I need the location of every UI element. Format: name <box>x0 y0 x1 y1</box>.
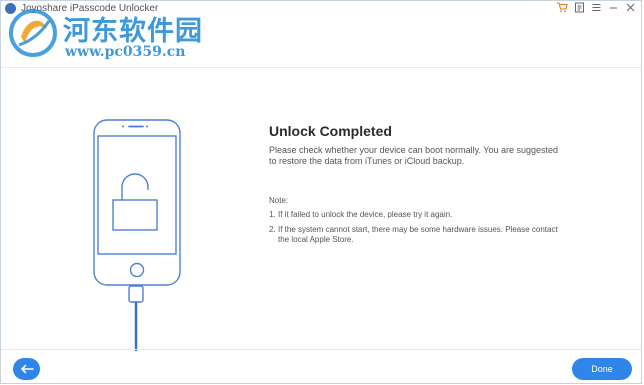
close-icon[interactable] <box>623 2 637 15</box>
page-title: Unlock Completed <box>269 123 392 139</box>
minimize-icon[interactable] <box>606 2 620 15</box>
iphone-icon <box>93 119 181 286</box>
watermark: 河东软件园 www.pc0359.cn <box>7 3 217 63</box>
cart-icon[interactable] <box>555 2 569 15</box>
window-controls <box>555 2 637 15</box>
menu-icon[interactable] <box>589 2 603 15</box>
footer-divider <box>1 349 641 350</box>
note-number: 2. <box>269 225 276 234</box>
note-item: 1. If it failed to unlock the device, pl… <box>269 210 569 220</box>
watermark-logo-icon <box>9 9 57 57</box>
arrow-left-icon <box>20 364 34 374</box>
note-text: If it failed to unlock the device, pleas… <box>278 210 453 219</box>
result-panel: Unlock Completed Please check whether yo… <box>269 123 569 245</box>
register-icon[interactable] <box>572 2 586 15</box>
note-number: 1. <box>269 210 276 219</box>
watermark-site-name: 河东软件园 <box>63 16 203 47</box>
header-divider <box>1 67 641 68</box>
iphone-illustration <box>93 119 181 351</box>
back-button[interactable] <box>13 358 40 380</box>
note-item: 2. If the system cannot start, there may… <box>269 225 569 245</box>
note-heading: Note: <box>269 196 289 205</box>
note-text: If the system cannot start, there may be… <box>278 225 558 244</box>
app-window: Joyoshare iPasscode Unlocker 河东软件园 www.p… <box>0 0 642 384</box>
watermark-url: www.pc0359.cn <box>65 44 186 60</box>
done-button[interactable]: Done <box>572 358 632 380</box>
usb-cable-icon <box>128 285 144 351</box>
unlocked-padlock-icon <box>112 173 158 231</box>
result-description: Please check whether your device can boo… <box>269 145 559 166</box>
